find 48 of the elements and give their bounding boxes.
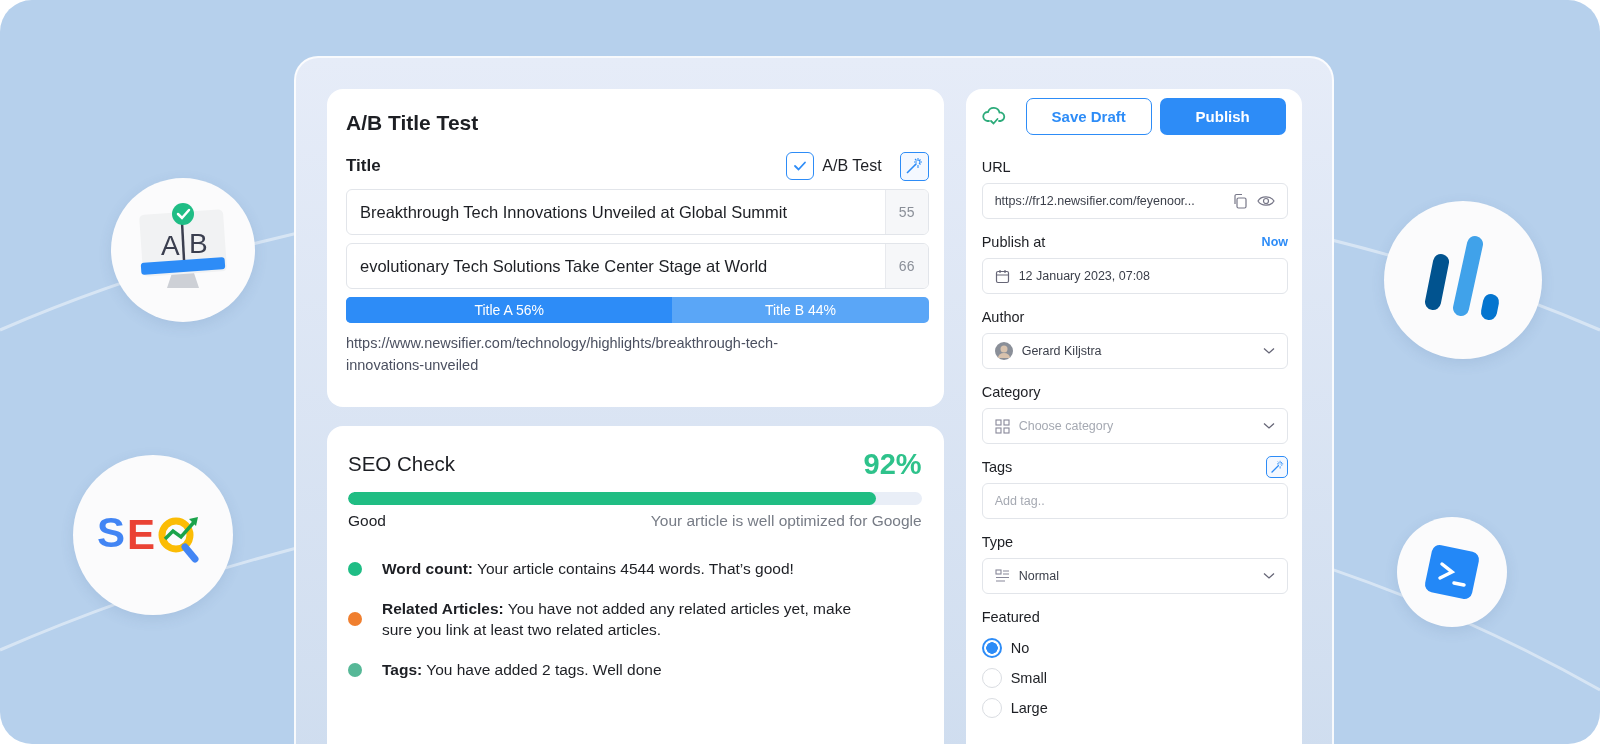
radio-label: Small [1010,670,1047,686]
chevron-down-icon [1263,572,1275,580]
title-input[interactable]: Breakthrough Tech Innovations Unveiled at Global Summit 55 [346,189,929,235]
select-field[interactable]: Gerard Kiljstra [981,333,1288,369]
text-lines-icon [994,569,1010,583]
character-count: 66 [884,244,928,288]
rating-summary: Your article is well optimized for Google [650,512,922,530]
rating-label: Good [348,512,386,530]
calendar-icon [994,268,1010,284]
field-label: Tags [981,459,1013,475]
input-field[interactable]: 12 January 2023, 07:08 [981,258,1288,294]
check-text: Related Articles: You have not added any related articles yet, make sure you link at least two related articles. [382,599,852,640]
card-title: SEO Check [348,452,456,476]
character-count: 55 [884,190,928,234]
title-a-share: Title A 56% [346,297,673,323]
input-field[interactable]: https://fr12.newsifier.com/feyenoor... [981,183,1288,219]
copy-icon[interactable] [1232,193,1248,209]
field-label: Category [981,384,1041,400]
field-label: Author [981,309,1025,325]
radio-label: No [1010,640,1030,656]
title-b-share: Title B 44% [763,301,837,320]
checkbox[interactable] [786,152,815,180]
radio-label: Large [1010,700,1048,716]
cloud-check-icon [981,106,1006,126]
checkbox-label: A/B Test [822,157,882,175]
article-url: https://www.newsifier.com/technology/highlights/breakthrough-tech-innovations-unveiled [346,334,779,375]
magic-wand-icon [1270,460,1284,474]
eye-icon[interactable] [1257,194,1275,208]
radio-button[interactable] [981,638,1002,658]
field-label: URL [981,159,1011,175]
title-input[interactable]: evolutionary Tech Solutions Take Center Stage at World 66 [346,243,929,289]
magic-wand-button[interactable] [899,151,929,181]
check-text: Word count: Your article contains 4544 words. That’s good! [382,559,795,579]
chevron-down-icon [1263,347,1275,355]
field-label: Title [346,156,381,176]
field-label: Type [981,534,1014,550]
card-title: A/B Title Test [346,111,480,135]
magic-wand-icon [905,157,924,175]
field-label: Featured [981,609,1040,625]
seo-score: 92% [863,447,922,481]
now-link[interactable]: Now [1261,235,1288,249]
select-field[interactable]: Normal [981,558,1288,594]
check-text: Tags: You have added 2 tags. Well done [382,660,663,680]
magic-wand-button[interactable] [1266,456,1288,478]
avatar-icon [994,342,1013,360]
grid-icon [994,418,1010,434]
chevron-down-icon [1263,422,1275,430]
field-label: Publish at [981,234,1046,250]
